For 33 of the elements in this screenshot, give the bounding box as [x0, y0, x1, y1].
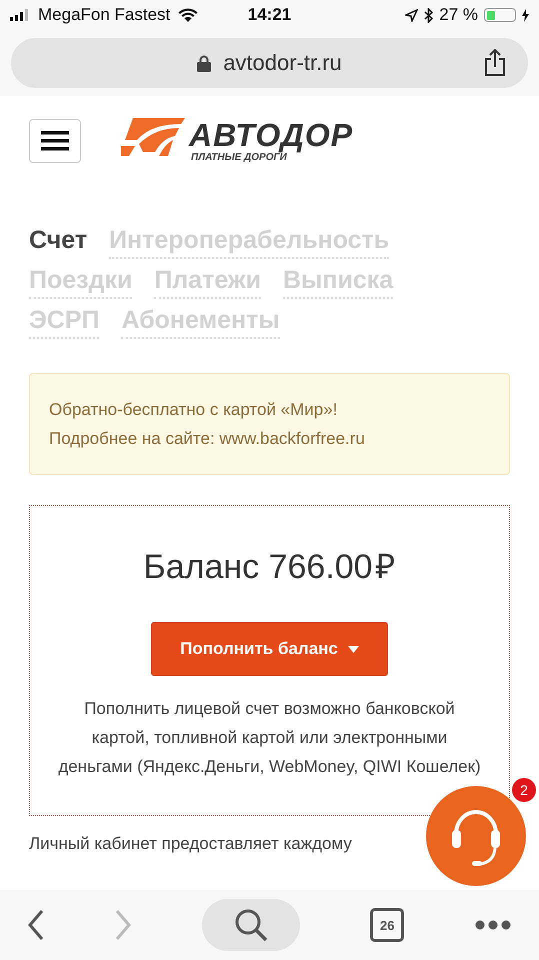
bluetooth-icon [424, 8, 434, 22]
balance-amount: Баланс 766.00 [143, 548, 373, 586]
search-icon [234, 908, 268, 942]
menu-icon [41, 130, 69, 150]
wifi-icon [178, 8, 198, 22]
location-arrow-icon [405, 8, 418, 22]
more-icon[interactable] [475, 920, 511, 930]
currency-sign: ₽ [376, 548, 396, 586]
account-tab[interactable]: Счет [29, 223, 88, 259]
share-icon[interactable] [484, 49, 506, 76]
signal-icon [10, 9, 30, 21]
notice-text: Обратно-бесплатно с картой «Мир»! [49, 399, 338, 421]
caret-icon [348, 646, 359, 652]
notice-text: Подробнее на сайте: www.backforfree.ru [49, 428, 366, 450]
road-logo-icon [121, 118, 185, 158]
battery-icon [484, 8, 516, 22]
menu-button[interactable] [29, 118, 81, 162]
battery-percent: 27 % [439, 5, 478, 25]
tabs-count-button[interactable]: 26 [370, 908, 404, 942]
top-up-button[interactable]: Пополнить баланс [151, 622, 388, 676]
address-bar[interactable]: avtodor-tr.ru [11, 38, 528, 88]
url-text: avtodor-tr.ru [223, 50, 342, 76]
search-button[interactable] [202, 899, 300, 951]
notification-badge: 2 [512, 778, 536, 802]
top-up-description: Пополнить лицевой счет возможно банковской картой, топливной картой или электронными деньгами (Яндекс.Деньги, WebMoney, QIWI Кошелек) [57, 698, 482, 778]
back-icon[interactable] [28, 910, 44, 940]
logo-title: АВТОДОР [189, 118, 354, 152]
clock-time: 14:21 [248, 5, 292, 25]
charging-bolt-icon [522, 8, 529, 22]
logo-subtitle: ПЛАТНЫЕ ДОРОГИ [191, 152, 287, 163]
intro-text: Личный кабинет предоставляет каждому [29, 834, 353, 854]
carrier-name: MegaFon Fastest [38, 5, 170, 25]
lock-icon [197, 54, 212, 72]
